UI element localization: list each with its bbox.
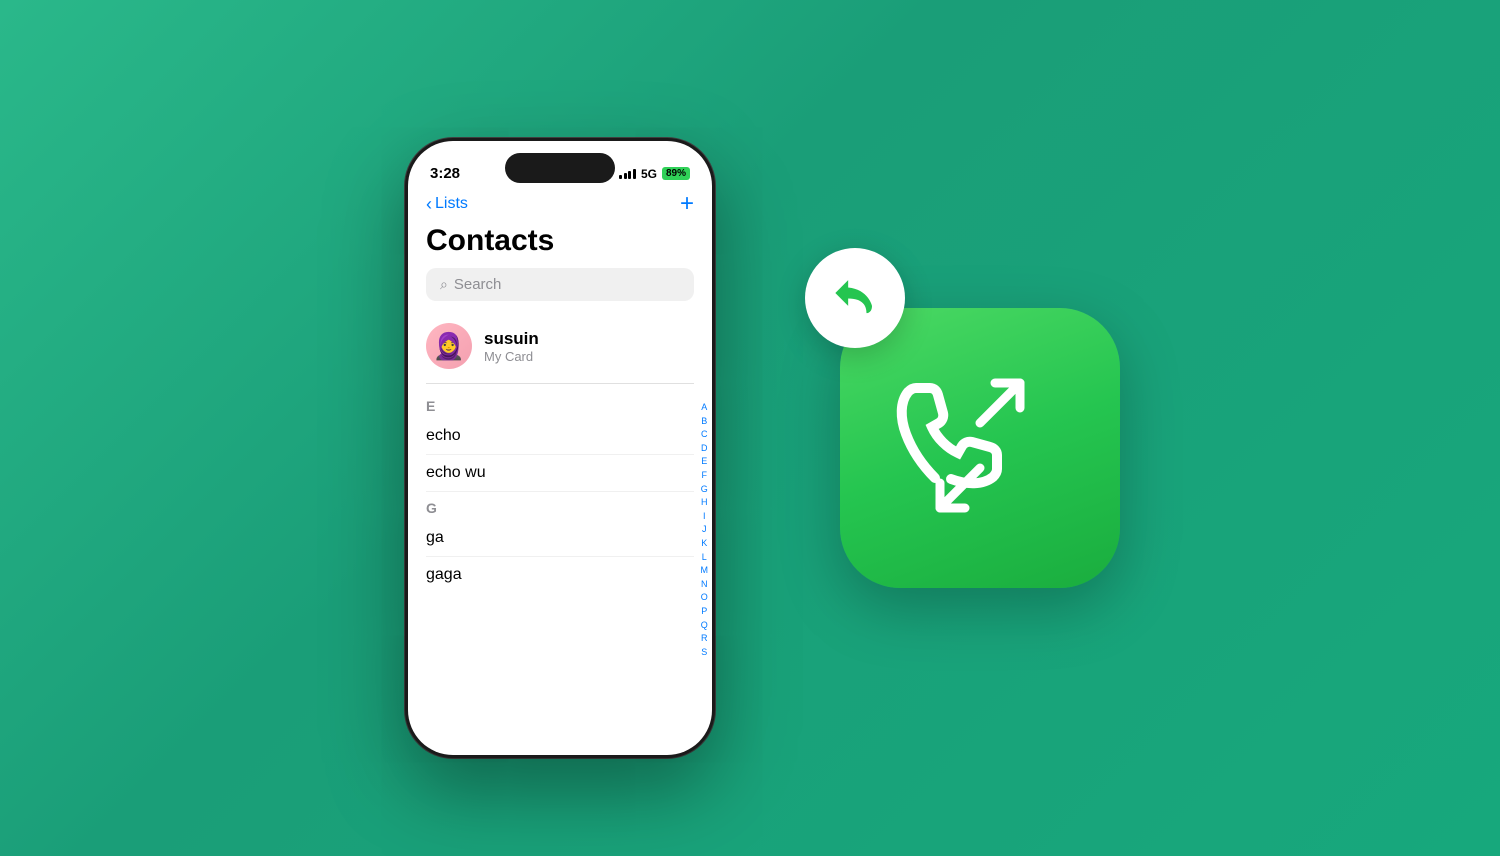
contact-gaga[interactable]: gaga — [426, 557, 694, 593]
network-label: 5G — [641, 167, 657, 181]
alpha-Q[interactable]: Q — [701, 619, 709, 632]
alpha-A[interactable]: A — [701, 401, 709, 414]
back-label: Lists — [435, 195, 468, 213]
signal-bar-2 — [624, 173, 627, 179]
alpha-L[interactable]: L — [701, 551, 709, 564]
search-placeholder: Search — [454, 276, 502, 293]
alpha-P[interactable]: P — [701, 605, 709, 618]
dynamic-island — [505, 153, 615, 183]
my-card-info: susuin My Card — [484, 329, 539, 364]
signal-icon — [619, 169, 636, 179]
alpha-H[interactable]: H — [701, 496, 709, 509]
signal-bar-4 — [633, 169, 636, 179]
app-icon — [840, 308, 1120, 588]
alpha-M[interactable]: M — [701, 564, 709, 577]
signal-bar-3 — [628, 171, 631, 179]
nav-bar: ‹ Lists + — [426, 190, 694, 218]
reply-arrow-icon — [828, 271, 883, 326]
alpha-E[interactable]: E — [701, 455, 709, 468]
alpha-I[interactable]: I — [701, 510, 709, 523]
contact-echowu[interactable]: echo wu — [426, 455, 694, 492]
phone-mockup: 3:28 5G 89% — [405, 138, 715, 758]
contacts-screen: ‹ Lists + Contacts ⌕ Search — [408, 190, 712, 593]
battery-badge: 89% — [662, 167, 690, 180]
status-time: 3:28 — [430, 165, 460, 182]
phone-frame: 3:28 5G 89% — [405, 138, 715, 758]
search-icon: ⌕ — [440, 276, 448, 293]
alpha-N[interactable]: N — [701, 578, 709, 591]
alpha-B[interactable]: B — [701, 415, 709, 428]
alphabet-sidebar[interactable]: A B C D E F G H I J K L M N O P Q — [701, 401, 709, 658]
avatar: 🧕 — [426, 323, 472, 369]
scene: 3:28 5G 89% — [0, 0, 1500, 856]
page-title: Contacts — [426, 224, 694, 258]
alpha-K[interactable]: K — [701, 537, 709, 550]
alpha-F[interactable]: F — [701, 469, 709, 482]
alpha-G[interactable]: G — [701, 483, 709, 496]
alpha-J[interactable]: J — [701, 523, 709, 536]
back-button[interactable]: ‹ Lists — [426, 194, 468, 215]
right-side — [795, 238, 1135, 618]
my-card-name: susuin — [484, 329, 539, 349]
status-icons: 5G 89% — [619, 167, 690, 181]
my-card-label: My Card — [484, 349, 539, 364]
my-card[interactable]: 🧕 susuin My Card — [426, 317, 694, 384]
back-chevron-icon: ‹ — [426, 194, 432, 215]
search-bar[interactable]: ⌕ Search — [426, 268, 694, 301]
alpha-S[interactable]: S — [701, 646, 709, 659]
alpha-C[interactable]: C — [701, 428, 709, 441]
contact-ga[interactable]: ga — [426, 520, 694, 557]
app-icon-graphic — [880, 348, 1080, 548]
section-label-g: G — [426, 492, 694, 520]
alpha-R[interactable]: R — [701, 632, 709, 645]
alpha-D[interactable]: D — [701, 442, 709, 455]
signal-bar-1 — [619, 175, 622, 179]
section-label-e: E — [426, 390, 694, 418]
avatar-emoji: 🧕 — [433, 331, 465, 362]
phone-screen: 3:28 5G 89% — [408, 141, 712, 755]
contact-echo[interactable]: echo — [426, 418, 694, 455]
alpha-O[interactable]: O — [701, 591, 709, 604]
add-contact-button[interactable]: + — [680, 192, 694, 216]
reply-bubble — [805, 248, 905, 348]
